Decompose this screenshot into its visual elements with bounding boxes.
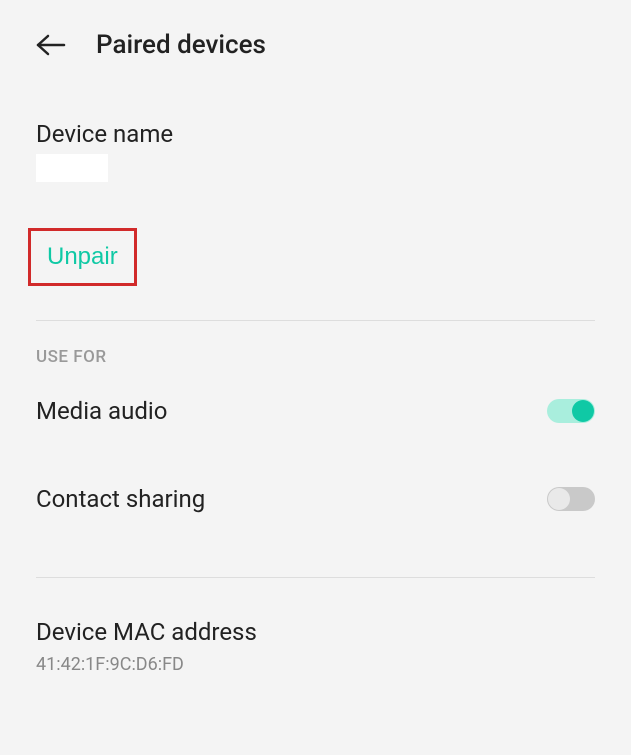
contact-sharing-row[interactable]: Contact sharing	[0, 455, 631, 543]
media-audio-label: Media audio	[36, 397, 167, 425]
device-name-label: Device name	[36, 120, 595, 148]
contact-sharing-label: Contact sharing	[36, 485, 205, 513]
mac-address-section: Device MAC address 41:42:1F:9C:D6:FD	[0, 578, 631, 685]
mac-address-label: Device MAC address	[36, 618, 595, 646]
use-for-header: USE FOR	[0, 321, 631, 367]
media-audio-row[interactable]: Media audio	[0, 367, 631, 455]
highlight-box: Unpair	[28, 228, 137, 286]
contact-sharing-toggle[interactable]	[547, 487, 595, 511]
toggle-knob	[572, 400, 594, 422]
page-title: Paired devices	[96, 30, 266, 60]
back-arrow-icon[interactable]	[36, 34, 66, 56]
media-audio-toggle[interactable]	[547, 399, 595, 423]
device-name-section[interactable]: Device name	[0, 80, 631, 196]
device-name-value	[36, 154, 108, 182]
toggle-knob	[548, 488, 570, 510]
unpair-button[interactable]: Unpair	[47, 243, 118, 271]
mac-address-value: 41:42:1F:9C:D6:FD	[36, 654, 595, 675]
header: Paired devices	[0, 0, 631, 80]
unpair-wrap: Unpair	[28, 228, 137, 286]
